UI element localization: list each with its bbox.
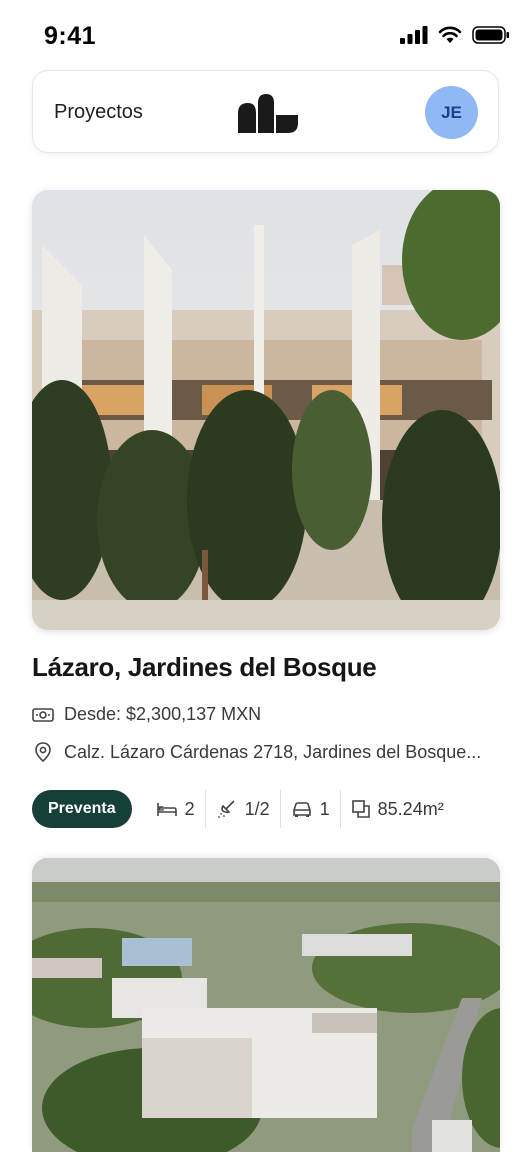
car-icon bbox=[292, 802, 311, 817]
page-title: Proyectos bbox=[54, 101, 143, 123]
address-row: Calz. Lázaro Cárdenas 2718, Jardines del… bbox=[32, 741, 502, 763]
wifi-icon bbox=[438, 26, 462, 43]
status-icons bbox=[400, 26, 510, 44]
status-badge: Preventa bbox=[32, 790, 132, 828]
parking-count: 1 bbox=[319, 798, 330, 819]
brand-logo-icon[interactable] bbox=[236, 93, 300, 133]
shower-icon bbox=[217, 800, 235, 818]
features-row: Preventa 2 1/2 1 85.24m² bbox=[32, 790, 454, 828]
price-row: Desde: $2,300,137 MXN bbox=[32, 704, 261, 725]
bedrooms-feature: 2 bbox=[146, 790, 205, 828]
area-icon bbox=[351, 800, 370, 818]
bathrooms-count: 1/2 bbox=[244, 798, 270, 819]
area-value: 85.24m² bbox=[377, 798, 444, 819]
project-photo bbox=[32, 190, 500, 630]
signal-icon bbox=[400, 26, 428, 44]
status-bar: 9:41 bbox=[0, 0, 532, 72]
project-photo bbox=[32, 858, 500, 1152]
bedrooms-count: 2 bbox=[184, 798, 195, 819]
address-text: Calz. Lázaro Cárdenas 2718, Jardines del… bbox=[64, 741, 482, 762]
project-name[interactable]: Lázaro, Jardines del Bosque bbox=[32, 652, 377, 683]
status-time: 9:41 bbox=[44, 22, 97, 50]
parking-feature: 1 bbox=[281, 790, 340, 828]
bathrooms-feature: 1/2 bbox=[206, 790, 280, 828]
area-feature: 85.24m² bbox=[341, 790, 454, 828]
project-image[interactable] bbox=[32, 858, 500, 1152]
location-pin-icon bbox=[35, 742, 51, 763]
price-text: Desde: $2,300,137 MXN bbox=[64, 704, 262, 724]
avatar[interactable]: JE bbox=[425, 86, 478, 139]
money-icon bbox=[32, 707, 54, 722]
header-card: Proyectos JE bbox=[32, 70, 499, 153]
battery-icon bbox=[472, 26, 509, 44]
project-image[interactable] bbox=[32, 190, 500, 630]
bed-icon bbox=[156, 803, 177, 816]
